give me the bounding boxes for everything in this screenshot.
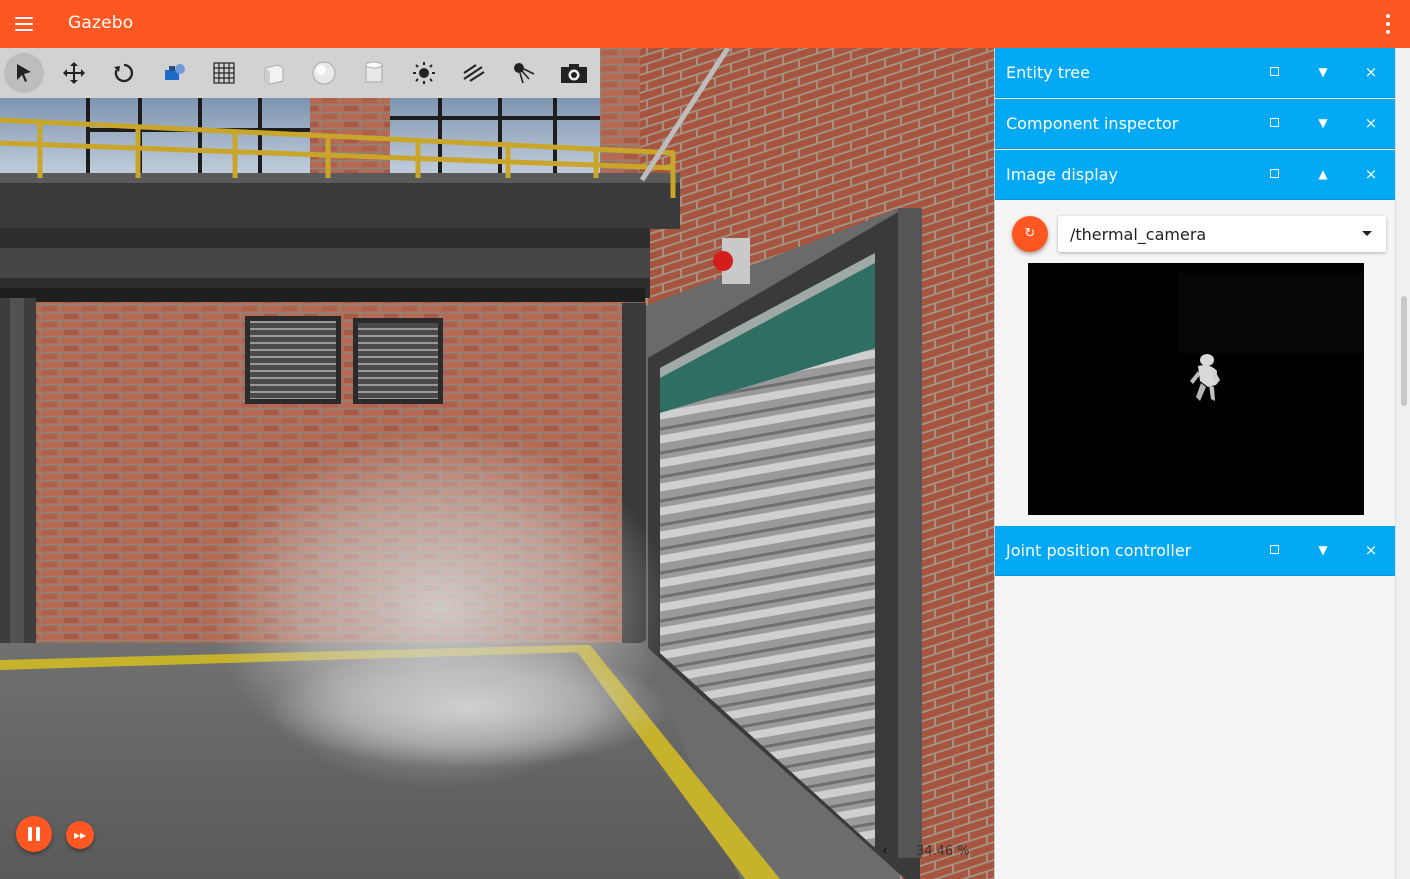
topic-select[interactable]: /thermal_camera	[1058, 216, 1386, 252]
close-icon[interactable]: ×	[1361, 540, 1381, 560]
collapse-toggle-icon[interactable]: ▼	[1313, 540, 1333, 560]
close-icon[interactable]: ×	[1361, 113, 1381, 133]
chevron-down-icon	[1362, 231, 1372, 236]
close-icon[interactable]: ×	[1361, 62, 1381, 82]
panel-title: Component inspector	[1006, 114, 1179, 133]
collapse-toggle-icon[interactable]: ▼	[1313, 113, 1333, 133]
real-time-factor: 34.46 %	[916, 844, 970, 859]
translate-arrows-icon[interactable]	[54, 53, 94, 93]
minimize-icon[interactable]	[1265, 113, 1285, 133]
panel-component-inspector: Component inspector ▼ ×	[995, 99, 1396, 149]
image-display-body: ↻ /thermal_camera	[995, 200, 1396, 526]
panel-image-display: Image display ▲ ×	[995, 150, 1396, 200]
panel-scrollbar[interactable]	[1395, 48, 1410, 879]
panel-joint-position-controller: Joint position controller ▼ ×	[995, 526, 1396, 576]
box-shape-icon[interactable]	[254, 53, 294, 93]
thermal-camera-image	[1028, 263, 1364, 515]
panel-title: Entity tree	[1006, 63, 1090, 82]
chevron-left-icon[interactable]: ‹	[882, 843, 888, 859]
plugin-side-panel: Entity tree ▼ × Component inspector ▼ × …	[994, 48, 1410, 879]
refresh-icon[interactable]: ↻	[1012, 216, 1048, 252]
rotate-icon[interactable]	[104, 53, 144, 93]
scene-3d-viewport[interactable]: ▸▸ ‹ 34.46 %	[0, 48, 994, 879]
more-vertical-icon[interactable]	[1376, 12, 1400, 36]
collapse-toggle-icon[interactable]: ▼	[1313, 62, 1333, 82]
minimize-icon[interactable]	[1265, 62, 1285, 82]
transform-control-icon[interactable]	[154, 53, 194, 93]
hamburger-menu-icon[interactable]	[10, 10, 38, 38]
fast-forward-icon[interactable]: ▸▸	[66, 821, 94, 849]
grid-icon[interactable]	[204, 53, 244, 93]
minimize-icon[interactable]	[1265, 540, 1285, 560]
scene-toolbar	[0, 48, 600, 98]
panel-title: Joint position controller	[1006, 541, 1192, 560]
sphere-shape-icon[interactable]	[304, 53, 344, 93]
point-light-icon[interactable]	[404, 53, 444, 93]
topic-select-value: /thermal_camera	[1070, 225, 1207, 244]
app-title: Gazebo	[68, 13, 134, 33]
panel-title: Image display	[1006, 165, 1119, 184]
app-header: Gazebo	[0, 0, 1410, 48]
select-arrow-icon[interactable]	[4, 53, 44, 93]
spot-light-icon[interactable]	[504, 53, 544, 93]
close-icon[interactable]: ×	[1361, 164, 1381, 184]
collapse-toggle-icon[interactable]: ▲	[1313, 164, 1333, 184]
camera-icon[interactable]	[554, 53, 594, 93]
scrollbar-thumb[interactable]	[1401, 296, 1407, 406]
directional-light-icon[interactable]	[454, 53, 494, 93]
panel-entity-tree: Entity tree ▼ ×	[995, 48, 1396, 98]
cylinder-shape-icon[interactable]	[354, 53, 394, 93]
warehouse-scene	[0, 48, 994, 879]
minimize-icon[interactable]	[1265, 164, 1285, 184]
pause-button[interactable]	[16, 816, 52, 852]
